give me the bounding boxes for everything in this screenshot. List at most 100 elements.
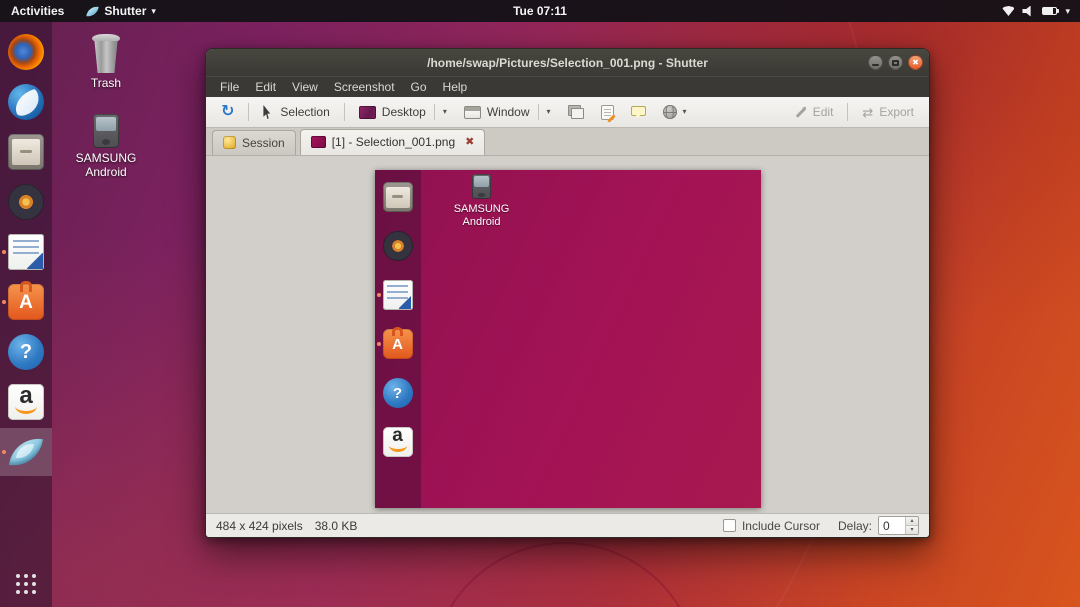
show-applications-button[interactable] bbox=[15, 572, 38, 595]
volume-icon bbox=[1022, 6, 1034, 17]
chevron-down-icon: ▾ bbox=[1065, 7, 1070, 16]
window-title: /home/swap/Pictures/Selection_001.png - … bbox=[427, 56, 708, 70]
preview-rhythmbox-icon bbox=[383, 231, 413, 261]
dock-item-help[interactable]: ? bbox=[0, 328, 52, 376]
battery-icon bbox=[1042, 7, 1057, 15]
ubuntu-software-icon: A bbox=[8, 284, 44, 320]
rhythmbox-icon bbox=[8, 184, 44, 220]
shutter-window: /home/swap/Pictures/Selection_001.png - … bbox=[205, 48, 930, 538]
activities-button[interactable]: Activities bbox=[0, 0, 75, 22]
delay-spinner: ▴ ▾ bbox=[878, 516, 919, 535]
desktop-icon-samsung-android[interactable]: SAMSUNG Android bbox=[74, 114, 138, 180]
menu-go[interactable]: Go bbox=[403, 77, 435, 97]
session-icon bbox=[223, 136, 236, 149]
menu-capture-icon bbox=[601, 105, 614, 120]
preview-phone-icon bbox=[472, 174, 491, 199]
dock: A ? a bbox=[0, 22, 52, 607]
redo-icon: ↻ bbox=[221, 104, 234, 120]
wallpaper-ring bbox=[430, 542, 700, 607]
preview-area: A ? a SAMSUNG Android bbox=[206, 156, 929, 513]
phone-device-icon bbox=[93, 114, 119, 148]
shutter-icon bbox=[8, 434, 44, 470]
samsung-label: SAMSUNG Android bbox=[74, 152, 138, 180]
running-indicator bbox=[2, 450, 6, 454]
help-icon: ? bbox=[8, 334, 44, 370]
menu-view[interactable]: View bbox=[284, 77, 326, 97]
desktop-capture-button[interactable]: Desktop ▾ bbox=[352, 101, 454, 123]
spin-down-button[interactable]: ▾ bbox=[906, 525, 918, 534]
selection-capture-button[interactable]: Selection bbox=[256, 102, 336, 122]
dock-item-firefox[interactable] bbox=[0, 28, 52, 76]
chevron-down-icon: ▾ bbox=[683, 108, 687, 116]
include-cursor-label: Include Cursor bbox=[742, 519, 820, 533]
tab-close-icon[interactable]: ✖ bbox=[465, 137, 474, 148]
tab-session[interactable]: Session bbox=[212, 130, 296, 155]
menu-screenshot[interactable]: Screenshot bbox=[326, 77, 403, 97]
include-cursor-checkbox[interactable] bbox=[723, 519, 736, 532]
dock-item-ubuntu-software[interactable]: A bbox=[0, 278, 52, 326]
close-icon: ✖ bbox=[912, 58, 919, 67]
file-size: 38.0 KB bbox=[315, 519, 358, 533]
thunderbird-icon bbox=[8, 84, 44, 120]
toolbar-separator bbox=[248, 103, 249, 121]
clock[interactable]: Tue 07:11 bbox=[513, 0, 567, 22]
toolbar: ↻ Selection Desktop ▾ Window ▾ bbox=[206, 97, 929, 128]
menu-edit[interactable]: Edit bbox=[247, 77, 284, 97]
tab-selection-001[interactable]: [1] - Selection_001.png ✖ bbox=[300, 129, 486, 155]
export-label: Export bbox=[879, 105, 914, 119]
dock-item-amazon[interactable]: a bbox=[0, 378, 52, 426]
section-capture-button[interactable] bbox=[561, 102, 591, 122]
screenshot-preview: A ? a SAMSUNG Android bbox=[375, 170, 761, 508]
selection-label: Selection bbox=[280, 105, 329, 119]
maximize-button[interactable] bbox=[888, 55, 903, 70]
preview-samsung-label: SAMSUNG Android bbox=[439, 203, 525, 229]
preview-running-indicator bbox=[377, 342, 381, 346]
menu-help[interactable]: Help bbox=[435, 77, 476, 97]
window-label: Window bbox=[487, 105, 530, 119]
running-indicator bbox=[2, 250, 6, 254]
amazon-smile-icon bbox=[15, 405, 37, 414]
spin-up-button[interactable]: ▴ bbox=[906, 517, 918, 525]
firefox-icon bbox=[8, 34, 44, 70]
export-button[interactable]: ⇄ Export bbox=[855, 102, 921, 122]
edit-label: Edit bbox=[813, 105, 834, 119]
desktop: Activities Shutter ▾ Tue 07:11 ▾ A bbox=[0, 0, 1080, 607]
dock-item-libreoffice-writer[interactable] bbox=[0, 228, 52, 276]
window-capture-icon bbox=[464, 106, 481, 119]
chevron-down-icon: ▾ bbox=[443, 108, 447, 116]
edit-button[interactable]: Edit bbox=[788, 102, 841, 122]
menu-file[interactable]: File bbox=[212, 77, 247, 97]
minimize-button[interactable] bbox=[868, 55, 883, 70]
dock-item-files[interactable] bbox=[0, 128, 52, 176]
redo-button[interactable]: ↻ bbox=[214, 101, 241, 123]
desktop-thumbnail-icon bbox=[359, 106, 376, 119]
desktop-label: Desktop bbox=[382, 105, 426, 119]
dock-item-rhythmbox[interactable] bbox=[0, 178, 52, 226]
preview-amazon-smile-icon bbox=[389, 444, 407, 452]
system-status-area[interactable]: ▾ bbox=[992, 0, 1080, 22]
dock-item-thunderbird[interactable] bbox=[0, 78, 52, 126]
preview-libreoffice-writer-icon bbox=[383, 280, 413, 310]
delay-input[interactable] bbox=[879, 517, 905, 534]
app-menu-button[interactable]: Shutter ▾ bbox=[75, 0, 167, 22]
cursor-icon bbox=[263, 105, 274, 119]
preview-files-icon bbox=[383, 182, 413, 212]
title-bar[interactable]: /home/swap/Pictures/Selection_001.png - … bbox=[206, 49, 929, 76]
web-capture-button[interactable]: ▾ bbox=[656, 102, 694, 122]
files-icon bbox=[8, 134, 44, 170]
chevron-down-icon: ▾ bbox=[547, 108, 551, 116]
menu-bar: File Edit View Screenshot Go Help bbox=[206, 76, 929, 97]
tooltip-capture-button[interactable] bbox=[624, 106, 653, 119]
dock-item-shutter[interactable] bbox=[0, 428, 52, 476]
spinner-buttons: ▴ ▾ bbox=[905, 517, 918, 534]
close-button[interactable]: ✖ bbox=[908, 55, 923, 70]
globe-icon bbox=[663, 105, 677, 119]
section-icon bbox=[568, 105, 584, 119]
session-tab-label: Session bbox=[242, 136, 285, 150]
status-bar: 484 x 424 pixels 38.0 KB Include Cursor … bbox=[206, 513, 929, 537]
menu-capture-button[interactable] bbox=[594, 102, 621, 123]
window-capture-button[interactable]: Window ▾ bbox=[457, 101, 558, 123]
minimize-icon bbox=[872, 64, 879, 66]
desktop-icon-trash[interactable]: Trash bbox=[74, 33, 138, 91]
chevron-down-icon: ▾ bbox=[151, 7, 156, 16]
